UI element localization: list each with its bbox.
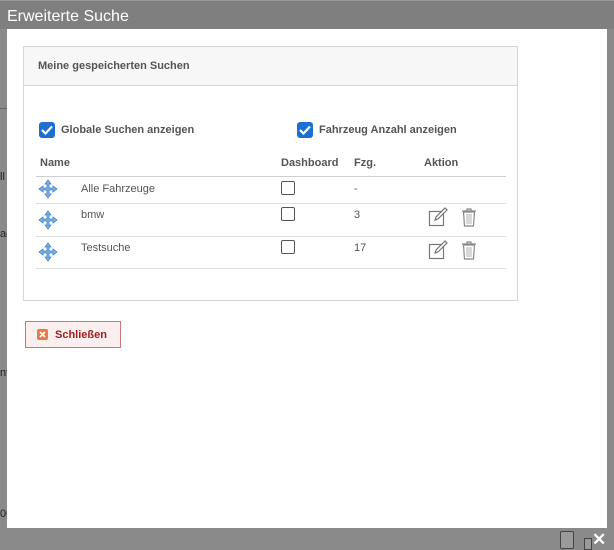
close-button-label: Schließen — [55, 328, 107, 341]
show-vehicle-count-checkbox[interactable] — [297, 122, 313, 138]
document-icon[interactable] — [584, 538, 592, 550]
row-divider — [36, 203, 506, 204]
show-global-searches-label: Globale Suchen anzeigen — [61, 124, 195, 136]
clipboard-icon[interactable] — [560, 531, 574, 549]
background-text: ll — [0, 171, 5, 183]
vehicle-count: 17 — [354, 242, 367, 254]
check-icon — [299, 125, 311, 135]
check-icon — [41, 125, 53, 135]
search-name[interactable]: bmw — [81, 209, 104, 221]
close-button[interactable]: Schließen — [25, 321, 121, 348]
dialog-title: Erweiterte Suche — [7, 8, 129, 25]
show-vehicle-count-label: Fahrzeug Anzahl anzeigen — [319, 124, 457, 136]
vehicle-count: 3 — [354, 209, 361, 221]
search-name[interactable]: Alle Fahrzeuge — [81, 183, 155, 195]
panel-title: Meine gespeicherten Suchen — [24, 47, 517, 86]
dashboard-checkbox[interactable] — [281, 240, 295, 254]
move-arrows-icon[interactable] — [38, 179, 58, 199]
show-global-searches-option[interactable]: Globale Suchen anzeigen — [39, 122, 194, 138]
dashboard-checkbox[interactable] — [281, 181, 295, 195]
saved-searches-panel: Meine gespeicherten Suchen Globale Suche… — [23, 46, 518, 301]
close-icon[interactable]: ✕ — [592, 530, 606, 550]
header-divider — [36, 176, 506, 177]
edit-icon[interactable] — [428, 207, 448, 227]
row-divider — [36, 268, 506, 269]
show-vehicle-count-option[interactable]: Fahrzeug Anzahl anzeigen — [297, 122, 457, 138]
move-arrows-icon[interactable] — [38, 242, 58, 262]
advanced-search-dialog: Meine gespeicherten Suchen Globale Suche… — [7, 29, 607, 528]
column-header-name: Name — [40, 157, 70, 169]
column-header-action: Aktion — [424, 157, 459, 169]
dashboard-checkbox[interactable] — [281, 207, 295, 221]
dialog-title-bar: Erweiterte Suche — [0, 0, 614, 29]
column-header-dashboard: Dashboard — [281, 157, 339, 169]
search-name[interactable]: Testsuche — [81, 242, 131, 254]
trash-icon[interactable] — [459, 207, 479, 227]
show-global-searches-checkbox[interactable] — [39, 122, 55, 138]
close-x-icon — [37, 329, 48, 340]
row-divider — [36, 236, 506, 237]
edit-icon[interactable] — [428, 240, 448, 260]
trash-icon[interactable] — [459, 240, 479, 260]
move-arrows-icon[interactable] — [38, 210, 58, 230]
column-header-count: Fzg. — [354, 157, 376, 169]
vehicle-count: - — [354, 183, 358, 195]
